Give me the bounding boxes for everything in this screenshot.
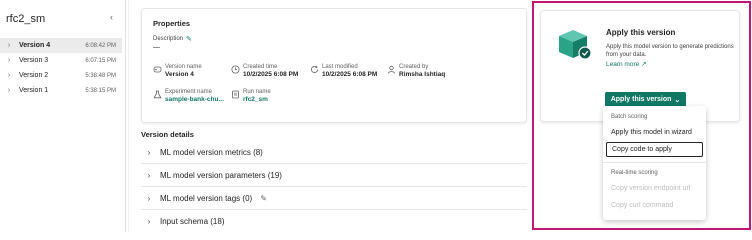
chevron-right-icon[interactable]: › xyxy=(3,42,15,49)
created-by-value: Rimsha Ishtiaq xyxy=(399,71,446,78)
description-label: Description xyxy=(153,36,184,42)
run-name-label: Run name xyxy=(243,89,271,95)
experiment-name-link[interactable]: sample-bank-chu... xyxy=(165,96,224,103)
experiment-name-field: Experiment name sample-bank-chu... xyxy=(153,89,224,103)
chevron-right-icon[interactable]: › xyxy=(141,171,157,180)
highlight-frame xyxy=(532,1,751,230)
last-modified-value: 10/2/2025 6:08 PM xyxy=(322,71,378,78)
last-modified-label: Last modified xyxy=(322,64,358,70)
version-item-2[interactable]: › Version 2 5:38:48 PM xyxy=(0,68,122,83)
version-details-title: Version details xyxy=(141,130,194,139)
created-time-value: 10/2/2025 6:08 PM xyxy=(243,71,299,78)
flask-icon xyxy=(153,90,162,99)
run-name-link[interactable]: rfc2_sm xyxy=(243,96,271,103)
section-metrics[interactable]: › ML model version metrics (8) xyxy=(141,141,527,164)
version-time: 6:07:15 PM xyxy=(85,57,116,64)
chevron-right-icon[interactable]: › xyxy=(141,217,157,226)
created-by-label: Created by xyxy=(399,64,429,70)
version-time: 5:38:48 PM xyxy=(85,72,116,79)
last-modified-field: Last modified 10/2/2025 6:08 PM xyxy=(310,64,377,78)
created-time-label: Created time xyxy=(243,64,278,70)
version-name-label: Version name xyxy=(165,64,202,70)
sidebar: rfc2_sm ‹ › Version 4 6:08:42 PM › Versi… xyxy=(0,0,126,232)
properties-title: Properties xyxy=(153,19,191,28)
version-item-3[interactable]: › Version 3 6:07:15 PM xyxy=(0,53,122,68)
section-label: ML model version metrics (8) xyxy=(160,147,263,157)
properties-card: Properties Description ✎ — Version name … xyxy=(141,8,527,123)
description-value: — xyxy=(153,44,160,51)
run-name-field: Run name rfc2_sm xyxy=(231,89,271,103)
chevron-right-icon[interactable]: › xyxy=(3,87,15,94)
chevron-right-icon[interactable]: › xyxy=(141,148,157,157)
version-name: Version 1 xyxy=(19,87,49,94)
clock-icon xyxy=(231,65,240,74)
edit-tags-icon[interactable]: ✎ xyxy=(260,194,267,203)
edit-description-icon[interactable]: ✎ xyxy=(186,35,192,43)
experiment-name-label: Experiment name xyxy=(165,89,213,95)
model-title: rfc2_sm xyxy=(6,13,46,25)
description-label-row: Description ✎ xyxy=(153,35,192,43)
version-name-field: Version name Version 4 xyxy=(153,64,202,78)
version-item-1[interactable]: › Version 1 5:38:15 PM xyxy=(0,83,122,98)
chevron-right-icon[interactable]: › xyxy=(141,194,157,203)
section-label: Input schema (18) xyxy=(160,217,225,226)
section-input-schema[interactable]: › Input schema (18) xyxy=(141,210,527,233)
version-name: Version 3 xyxy=(19,57,49,64)
version-list: › Version 4 6:08:42 PM › Version 3 6:07:… xyxy=(0,38,122,98)
run-icon xyxy=(231,90,240,99)
person-icon xyxy=(387,65,396,74)
version-item-4[interactable]: › Version 4 6:08:42 PM xyxy=(0,38,122,53)
section-label: ML model version tags (0) xyxy=(160,193,253,203)
chevron-left-icon[interactable]: ‹ xyxy=(110,12,113,22)
version-time: 6:08:42 PM xyxy=(85,42,116,49)
tag-icon xyxy=(153,65,162,74)
chevron-right-icon[interactable]: › xyxy=(3,57,15,64)
section-parameters[interactable]: › ML model version parameters (19) xyxy=(141,164,527,187)
created-time-field: Created time 10/2/2025 6:08 PM xyxy=(231,64,298,78)
created-by-field: Created by Rimsha Ishtiaq xyxy=(387,64,445,78)
version-name: Version 2 xyxy=(19,72,49,79)
panel-divider xyxy=(128,0,129,232)
section-label: ML model version parameters (19) xyxy=(160,170,282,180)
version-name-value: Version 4 xyxy=(165,71,194,78)
version-name: Version 4 xyxy=(19,42,51,49)
version-time: 5:38:15 PM xyxy=(85,87,116,94)
section-tags[interactable]: › ML model version tags (0) ✎ xyxy=(141,187,527,210)
refresh-icon xyxy=(310,65,319,74)
chevron-right-icon[interactable]: › xyxy=(3,72,15,79)
